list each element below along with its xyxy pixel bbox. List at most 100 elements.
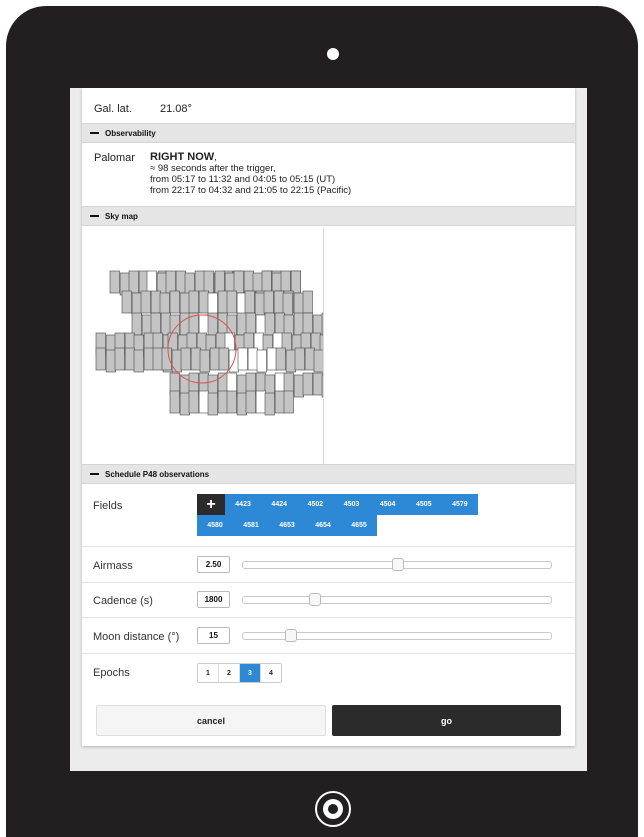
sky-tile (261, 270, 272, 294)
sky-tile (133, 349, 144, 373)
observability-header[interactable]: Observability (82, 123, 575, 143)
sky-tile (274, 312, 285, 336)
sky-tile (207, 292, 218, 316)
sky-tile (217, 290, 228, 314)
sky-tile (188, 390, 199, 414)
sky-tile (121, 290, 132, 314)
field-chip[interactable]: 4505 (405, 494, 442, 515)
moon-distance-slider[interactable] (242, 629, 552, 642)
sky-tile (247, 347, 258, 371)
sky-tile (95, 347, 106, 371)
field-chip[interactable]: 4503 (333, 494, 370, 515)
sky-tile (179, 312, 190, 336)
sky-tile (280, 270, 291, 294)
fields-label: Fields (93, 500, 123, 512)
sky-tile (243, 270, 254, 294)
field-chip[interactable]: 4579 (441, 494, 478, 515)
airmass-slider-handle[interactable] (392, 558, 404, 571)
skymap-image[interactable] (82, 228, 323, 464)
moon-distance-input[interactable]: 15 (197, 627, 230, 644)
schedule-header[interactable]: Schedule P48 observations (82, 464, 575, 484)
schedule-title: Schedule P48 observations (105, 469, 210, 479)
sky-tile (217, 312, 228, 336)
sky-tile (275, 347, 286, 371)
airmass-input[interactable]: 2.50 (197, 556, 230, 573)
sky-tile (273, 290, 284, 314)
minus-icon (90, 215, 99, 217)
go-button[interactable]: go (332, 705, 561, 736)
sky-tile (285, 349, 296, 373)
home-button[interactable] (315, 791, 351, 827)
sky-tile (203, 270, 214, 294)
fields-row: Fields + 4423 4424 4502 4503 4504 4505 4579 458… (82, 484, 575, 547)
cadence-slider[interactable] (242, 593, 552, 606)
sky-tile (264, 392, 275, 416)
minus-icon (90, 132, 99, 134)
field-chip[interactable]: 4581 (233, 515, 269, 536)
field-chip[interactable]: 4653 (269, 515, 305, 536)
cadence-row: Cadence (s) 1800 (82, 582, 575, 618)
sky-tile (302, 290, 313, 314)
field-chip[interactable]: 4502 (297, 494, 334, 515)
moon-distance-slider-handle[interactable] (284, 629, 297, 642)
sky-tile (293, 292, 304, 316)
sky-tile (282, 292, 293, 316)
sky-tile (150, 290, 161, 314)
field-chip[interactable]: 4423 (225, 494, 262, 515)
home-button-center (328, 804, 338, 814)
sky-tile (150, 312, 161, 336)
sky-tile (146, 270, 157, 294)
sky-tile (171, 349, 182, 373)
observability-status-suffix: , (214, 152, 217, 163)
airmass-row: Airmass 2.50 (82, 546, 575, 583)
airmass-label: Airmass (93, 560, 133, 572)
cadence-input[interactable]: 1800 (197, 591, 230, 608)
observability-line-delay: ≈ 98 seconds after the trigger, (150, 163, 276, 174)
sky-tile (302, 372, 313, 396)
sky-tile (131, 312, 142, 336)
epochs-row: Epochs 1234 (82, 653, 575, 691)
sky-tile (207, 392, 218, 416)
sky-tile (131, 292, 142, 316)
sky-tile (266, 347, 277, 371)
field-chip[interactable]: 4580 (197, 515, 233, 536)
sky-tile (217, 390, 228, 414)
observability-line-ut: from 05:17 to 11:32 and 04:05 to 05:15 (… (150, 174, 336, 185)
observability-status: RIGHT NOW (150, 151, 215, 163)
moon-distance-label: Moon distance (°) (93, 631, 180, 643)
sky-tile (294, 347, 305, 371)
field-chip[interactable]: 4504 (369, 494, 406, 515)
cadence-slider-handle[interactable] (308, 593, 321, 606)
event-card: Gal. lat. 21.08° Observability Palomar R… (82, 88, 575, 746)
epoch-option[interactable]: 3 (240, 664, 261, 682)
sky-tile (179, 392, 190, 416)
field-chip[interactable]: 4655 (341, 515, 377, 536)
cancel-button[interactable]: cancel (96, 705, 326, 736)
observatory-site: Palomar (94, 152, 135, 164)
sky-tile (245, 312, 256, 336)
field-chip[interactable]: 4424 (261, 494, 298, 515)
epoch-option[interactable]: 4 (261, 664, 281, 682)
tablet-screen: Gal. lat. 21.08° Observability Palomar R… (70, 88, 587, 771)
sky-tile (152, 347, 163, 371)
epoch-option[interactable]: 1 (198, 664, 219, 682)
sky-tile (237, 347, 248, 371)
sky-tile (209, 347, 220, 371)
sky-tile (199, 349, 210, 373)
moon-distance-row: Moon distance (°) 15 (82, 617, 575, 654)
epoch-option[interactable]: 2 (219, 664, 240, 682)
sky-tile (159, 292, 170, 316)
sky-tile (263, 290, 274, 314)
observability-details: RIGHT NOW, ≈ 98 seconds after the trigge… (150, 151, 351, 197)
sky-tile (283, 390, 294, 414)
sky-tile (180, 347, 191, 371)
sky-tile (313, 349, 323, 373)
epochs-label: Epochs (93, 667, 130, 679)
sky-tile (188, 290, 199, 314)
skymap-header[interactable]: Sky map (82, 206, 575, 226)
field-chip[interactable]: 4654 (305, 515, 341, 536)
minus-icon (90, 473, 99, 475)
sky-tile (165, 270, 176, 294)
airmass-slider[interactable] (242, 558, 552, 571)
plus-icon[interactable]: + (197, 494, 225, 515)
